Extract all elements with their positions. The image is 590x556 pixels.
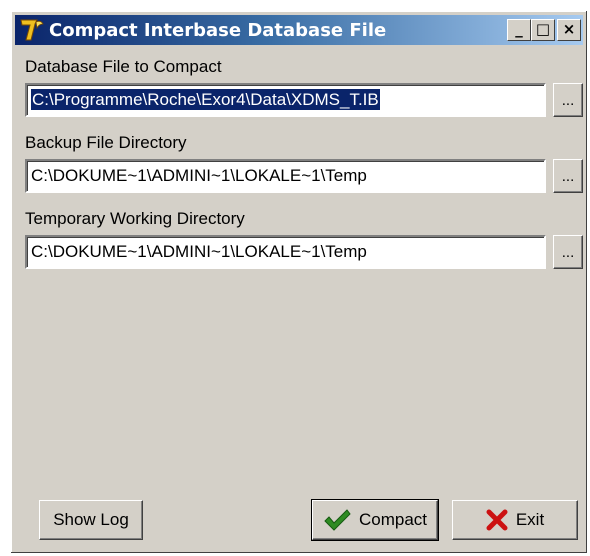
compact-label: Compact <box>358 510 428 529</box>
browse-backup-dir-button[interactable]: ... <box>553 159 583 193</box>
show-log-label: Show Log <box>53 510 129 529</box>
show-log-button[interactable]: Show Log <box>39 500 143 540</box>
database-file-value: C:\Programme\Roche\Exor4\Data\XDMS_T.IB <box>31 89 380 110</box>
backup-dir-label: Backup File Directory <box>25 133 187 152</box>
minimize-button[interactable]: _ <box>507 19 531 41</box>
temp-dir-label: Temporary Working Directory <box>25 209 245 228</box>
backup-dir-input[interactable]: C:\DOKUME~1\ADMINI~1\LOKALE~1\Temp <box>25 159 546 193</box>
database-file-label: Database File to Compact <box>25 57 222 76</box>
maximize-button[interactable]: □ <box>531 19 555 41</box>
red-x-icon <box>486 509 508 531</box>
compact-button[interactable]: Compact <box>311 499 439 541</box>
green-checkmark-icon <box>323 508 351 532</box>
temp-dir-input[interactable]: C:\DOKUME~1\ADMINI~1\LOKALE~1\Temp <box>25 235 546 269</box>
database-file-input[interactable]: C:\Programme\Roche\Exor4\Data\XDMS_T.IB <box>25 83 546 117</box>
exit-label: Exit <box>515 510 545 529</box>
compact-database-dialog: Compact Interbase Database File _ □ × Da… <box>10 10 588 554</box>
browse-database-file-button[interactable]: ... <box>553 83 583 117</box>
window-title: Compact Interbase Database File <box>49 20 387 41</box>
backup-dir-value: C:\DOKUME~1\ADMINI~1\LOKALE~1\Temp <box>31 166 367 185</box>
close-button[interactable]: × <box>557 19 581 41</box>
title-bar[interactable]: Compact Interbase Database File _ □ × <box>15 15 583 45</box>
app-logo-7-icon[interactable] <box>19 18 45 42</box>
temp-dir-value: C:\DOKUME~1\ADMINI~1\LOKALE~1\Temp <box>31 242 367 261</box>
browse-temp-dir-button[interactable]: ... <box>553 235 583 269</box>
exit-button[interactable]: Exit <box>452 500 578 540</box>
